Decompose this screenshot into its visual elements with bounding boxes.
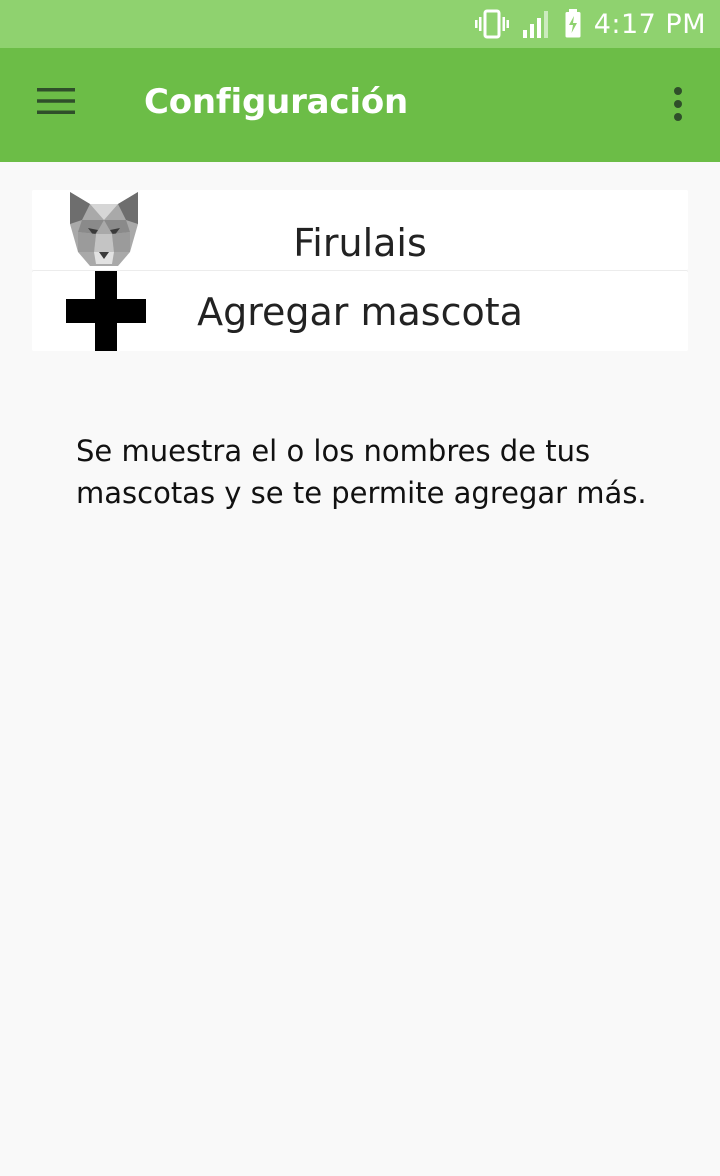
add-pet-button[interactable]: Agregar mascota bbox=[32, 271, 688, 351]
page-title: Configuración bbox=[144, 82, 408, 122]
overflow-menu-button[interactable] bbox=[658, 78, 698, 134]
menu-button[interactable] bbox=[22, 72, 90, 134]
battery-charging-icon bbox=[564, 9, 582, 39]
pet-name: Firulais bbox=[293, 221, 427, 265]
vibrate-icon bbox=[474, 9, 510, 39]
hamburger-menu-icon bbox=[37, 87, 75, 119]
status-time: 4:17 PM bbox=[593, 8, 706, 40]
signal-icon bbox=[522, 10, 552, 38]
app-bar: Configuración bbox=[0, 48, 720, 162]
help-text: Se muestra el o los nombres de tus masco… bbox=[76, 434, 647, 510]
more-vertical-icon bbox=[673, 86, 683, 126]
add-pet-label: Agregar mascota bbox=[197, 290, 523, 334]
status-bar: 4:17 PM bbox=[0, 0, 720, 48]
pet-list: Firulais Agregar mascota bbox=[32, 190, 688, 351]
pet-item-firulais[interactable]: Firulais bbox=[32, 190, 688, 270]
status-icons: 4:17 PM bbox=[474, 8, 706, 40]
